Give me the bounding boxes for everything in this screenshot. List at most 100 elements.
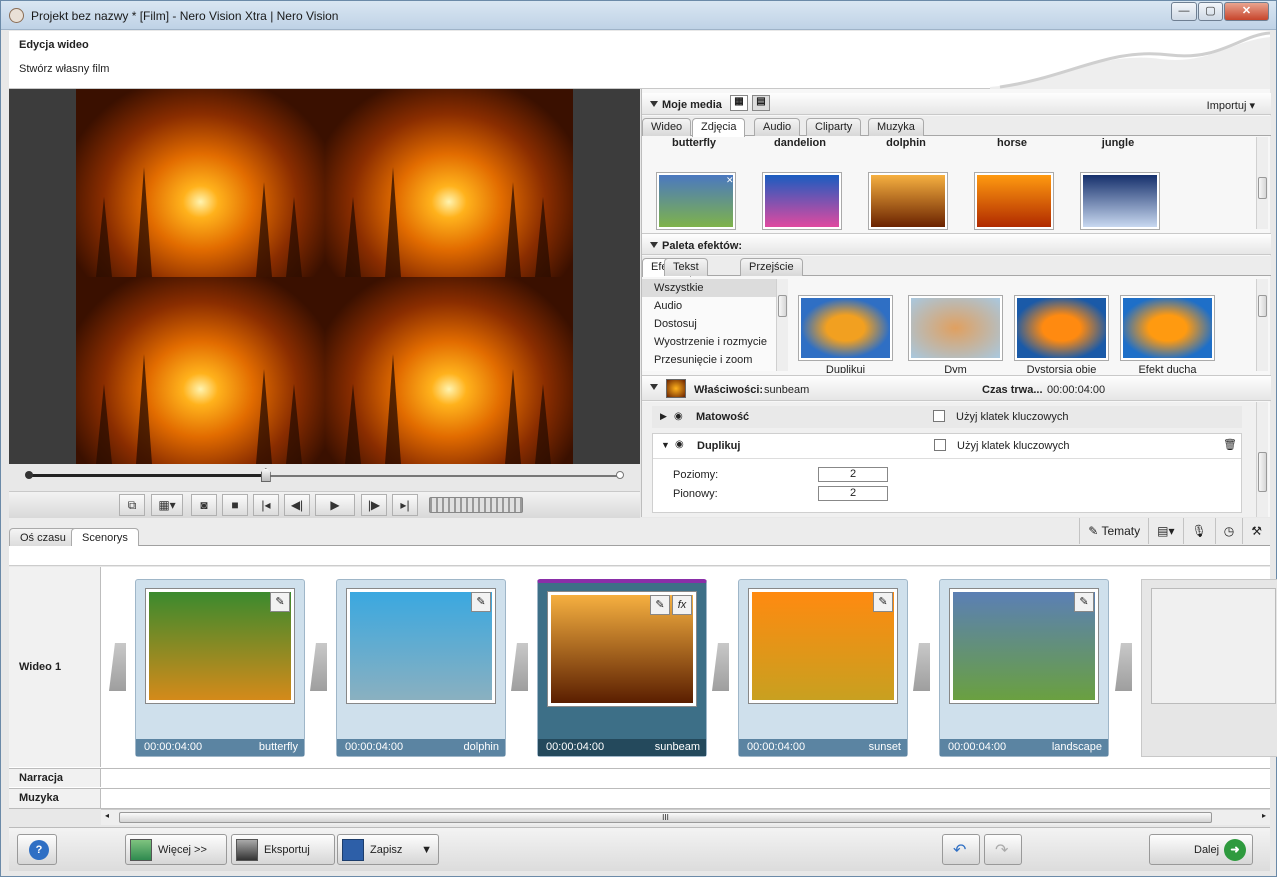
clip-duration: 00:00:04:00 bbox=[948, 741, 1007, 753]
toggle-icon[interactable]: ◉ bbox=[674, 411, 683, 422]
edit-icon[interactable]: ✎ bbox=[873, 592, 893, 612]
tab-zdjecia[interactable]: Zdjęcia bbox=[692, 118, 746, 137]
clapper-menu-icon[interactable]: ▤▾ bbox=[1148, 518, 1182, 544]
property-row-matowosc[interactable]: ▶ ◉ Matowość Użyj klatek kluczowych bbox=[652, 406, 1242, 428]
effect-category-item[interactable]: Audio bbox=[642, 297, 776, 315]
next-button[interactable]: Dalej ➜ bbox=[1149, 834, 1253, 865]
close-button[interactable]: ✕ bbox=[1224, 2, 1269, 21]
grid-view-icon[interactable]: ▦ bbox=[730, 95, 748, 111]
window-title: Projekt bez nazwy * [Film] - Nero Vision… bbox=[31, 9, 339, 23]
aspect-menu-icon[interactable]: ▦▾ bbox=[151, 494, 183, 516]
media-scrollbar[interactable] bbox=[1256, 137, 1268, 229]
storyboard-clip[interactable]: ✎ 00:00:04:00 sunset bbox=[738, 579, 908, 757]
import-menu[interactable]: Importuj ▾ bbox=[1207, 99, 1255, 112]
categories-scrollbar[interactable] bbox=[776, 279, 788, 371]
step-forward-icon[interactable]: |▶ bbox=[361, 494, 387, 516]
effects-scrollbar[interactable] bbox=[1256, 279, 1268, 371]
transition-slot[interactable] bbox=[1115, 643, 1132, 691]
edit-icon[interactable]: ✎ bbox=[650, 595, 670, 615]
edit-icon[interactable]: ✎ bbox=[270, 592, 290, 612]
transition-slot[interactable] bbox=[712, 643, 729, 691]
microphone-icon[interactable]: 🎙 bbox=[1182, 518, 1215, 544]
edit-icon[interactable]: ✎ bbox=[471, 592, 491, 612]
transition-slot[interactable] bbox=[109, 643, 126, 691]
tab-audio[interactable]: Audio bbox=[754, 118, 801, 136]
snapshot-icon[interactable]: ◙ bbox=[191, 494, 217, 516]
remove-icon[interactable]: ✕ bbox=[726, 175, 734, 186]
effect-category-item[interactable]: Przesunięcie i zoom bbox=[642, 351, 776, 369]
tab-os-czasu[interactable]: Oś czasu bbox=[9, 528, 77, 546]
timeline-tabs-bar: Oś czasu Scenorys ✎ Tematy ▤▾ 🎙 ◷ ⚒ bbox=[9, 518, 1270, 546]
effect-thumbnail[interactable] bbox=[908, 295, 1003, 361]
tab-tekst[interactable]: Tekst bbox=[664, 258, 708, 276]
effect-category-item[interactable]: Dostosuj bbox=[642, 315, 776, 333]
media-thumbnail[interactable] bbox=[762, 172, 842, 230]
transition-slot[interactable] bbox=[913, 643, 930, 691]
maximize-button[interactable]: ▢ bbox=[1198, 2, 1223, 21]
help-button[interactable]: ? bbox=[17, 834, 57, 865]
redo-button[interactable]: ↷ bbox=[984, 834, 1022, 865]
tab-wideo[interactable]: Wideo bbox=[642, 118, 692, 136]
property-name: Duplikuj bbox=[697, 440, 741, 452]
magic-wand-icon: ✎ bbox=[1088, 524, 1099, 538]
fullscreen-icon[interactable]: ⧉ bbox=[119, 494, 145, 516]
tab-cliparty[interactable]: Cliparty bbox=[806, 118, 862, 136]
effect-thumbnail[interactable] bbox=[798, 295, 893, 361]
storyboard-clip[interactable]: ✎ 00:00:04:00 dolphin bbox=[336, 579, 506, 757]
keyframes-checkbox[interactable] bbox=[934, 439, 946, 451]
jog-shuttle[interactable] bbox=[429, 497, 523, 513]
transition-slot[interactable] bbox=[511, 643, 528, 691]
effects-icon[interactable]: fx bbox=[672, 595, 692, 615]
tab-przejscie[interactable]: Przejście bbox=[740, 258, 803, 276]
toggle-icon[interactable]: ◉ bbox=[675, 439, 684, 450]
effect-category-item[interactable]: Wszystkie bbox=[642, 279, 776, 297]
timeline-scrollbar[interactable]: ◂ III ▸ bbox=[101, 809, 1270, 825]
next-marker-icon[interactable]: ▸| bbox=[392, 494, 418, 516]
undo-button[interactable]: ↶ bbox=[942, 834, 980, 865]
preview-image bbox=[76, 89, 573, 464]
step-back-icon[interactable]: ◀| bbox=[284, 494, 310, 516]
duration-value: 00:00:04:00 bbox=[1047, 384, 1106, 396]
collapse-icon[interactable]: ▼ bbox=[661, 440, 670, 450]
transition-slot[interactable] bbox=[310, 643, 327, 691]
storyboard-clip[interactable]: ✎ fx 00:00:04:00 sunbeam bbox=[537, 579, 707, 757]
scroll-thumb[interactable]: III bbox=[119, 812, 1212, 823]
vertical-input[interactable]: 2 bbox=[818, 486, 888, 501]
effect-thumbnail[interactable] bbox=[1014, 295, 1109, 361]
previous-marker-icon[interactable]: |◂ bbox=[253, 494, 279, 516]
empty-clip-slot[interactable] bbox=[1141, 579, 1277, 757]
export-button[interactable]: Eksportuj bbox=[231, 834, 335, 865]
themes-button[interactable]: ✎ Tematy bbox=[1079, 518, 1148, 544]
save-button[interactable]: Zapisz ▼ bbox=[337, 834, 439, 865]
narration-track[interactable] bbox=[101, 768, 1270, 787]
trash-icon[interactable]: 🗑 bbox=[1223, 438, 1237, 451]
track-header-music: Muzyka bbox=[9, 788, 101, 808]
seek-handle[interactable] bbox=[260, 468, 271, 482]
media-thumbnail[interactable] bbox=[868, 172, 948, 230]
stop-icon[interactable]: ■ bbox=[222, 494, 248, 516]
horizontal-input[interactable]: 2 bbox=[818, 467, 888, 482]
tab-scenorys[interactable]: Scenorys bbox=[71, 528, 139, 546]
storyboard-clip[interactable]: ✎ 00:00:04:00 butterfly bbox=[135, 579, 305, 757]
edit-icon[interactable]: ✎ bbox=[1074, 592, 1094, 612]
tab-muzyka[interactable]: Muzyka bbox=[868, 118, 924, 136]
more-button[interactable]: Więcej >> bbox=[125, 834, 227, 865]
properties-scrollbar[interactable] bbox=[1256, 402, 1268, 517]
media-thumbnail[interactable] bbox=[974, 172, 1054, 230]
music-track[interactable] bbox=[101, 788, 1270, 808]
media-thumbnail[interactable] bbox=[1080, 172, 1160, 230]
effect-category-item[interactable]: Wyostrzenie i rozmycie bbox=[642, 333, 776, 351]
media-thumbnail[interactable] bbox=[656, 172, 736, 230]
storyboard-clip[interactable]: ✎ 00:00:04:00 landscape bbox=[939, 579, 1109, 757]
expand-icon[interactable]: ▶ bbox=[660, 411, 667, 422]
effect-thumbnail[interactable] bbox=[1120, 295, 1215, 361]
timer-icon[interactable]: ◷ bbox=[1214, 518, 1242, 544]
minimize-button[interactable]: — bbox=[1171, 2, 1197, 21]
seek-bar[interactable] bbox=[9, 464, 640, 490]
list-view-icon[interactable]: ▤ bbox=[752, 95, 770, 111]
redo-icon: ↷ bbox=[995, 842, 1009, 859]
tools-icon[interactable]: ⚒ bbox=[1242, 518, 1270, 544]
play-icon[interactable]: ▶ bbox=[315, 494, 355, 516]
keyframes-checkbox[interactable] bbox=[933, 410, 945, 422]
chevron-down-icon: ▼ bbox=[421, 844, 432, 856]
